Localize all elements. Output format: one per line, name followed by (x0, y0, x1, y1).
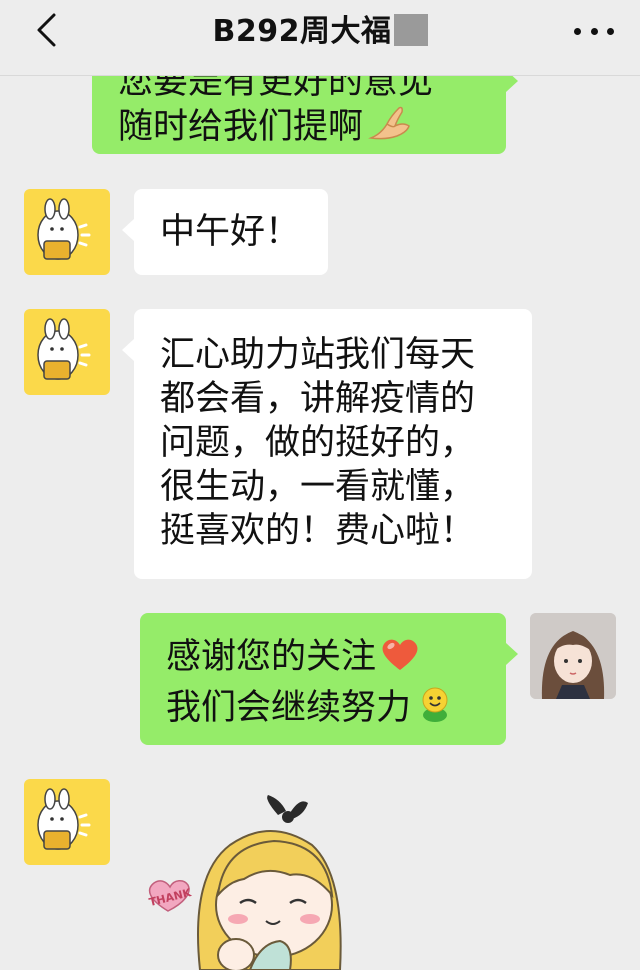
message-text-line: 很生动，一看就懂， (160, 467, 476, 507)
message-text-line: 我们会继续努力 (166, 688, 412, 728)
message-text-line: 问题，做的挺好的， (160, 423, 476, 463)
more-button[interactable] (574, 16, 614, 46)
message-text-line: 感谢您的关注 (166, 637, 377, 677)
cartoon-girl-thank-sticker[interactable]: THANK (140, 795, 360, 970)
smiley-face-icon (415, 683, 455, 734)
message-text-line: 中午好！ (160, 212, 301, 252)
hands-bow-icon (367, 104, 411, 153)
redaction-block (393, 14, 428, 46)
contact-avatar[interactable] (24, 309, 110, 395)
chat-header: B292周大福 (0, 0, 640, 76)
chat-title: B292周大福 (212, 14, 392, 49)
message-text-line: 挺喜欢的！费心啦！ (160, 511, 476, 551)
message-bubble-incoming[interactable]: 汇心助力站我们每天 都会看，讲解疫情的 问题，做的挺好的， 很生动，一看就懂， … (122, 309, 532, 579)
my-avatar[interactable] (530, 613, 616, 699)
heart-icon (380, 636, 420, 683)
chat-view[interactable]: 您要是有更好的意见 随时给我们提啊 中午好！ 汇心助力站我们每天 都会看，讲解疫… (0, 0, 640, 970)
contact-avatar[interactable] (24, 189, 110, 275)
message-text-line: 汇心助力站我们每天 (160, 335, 476, 375)
contact-avatar[interactable] (24, 779, 110, 865)
message-text-line: 都会看，讲解疫情的 (160, 379, 476, 419)
more-dots-icon (574, 27, 581, 35)
message-bubble-incoming[interactable]: 中午好！ (122, 189, 328, 275)
message-text-line: 随时给我们提啊 (118, 107, 364, 147)
message-bubble-outgoing[interactable]: 感谢您的关注 我们会继续努力 (140, 613, 518, 745)
